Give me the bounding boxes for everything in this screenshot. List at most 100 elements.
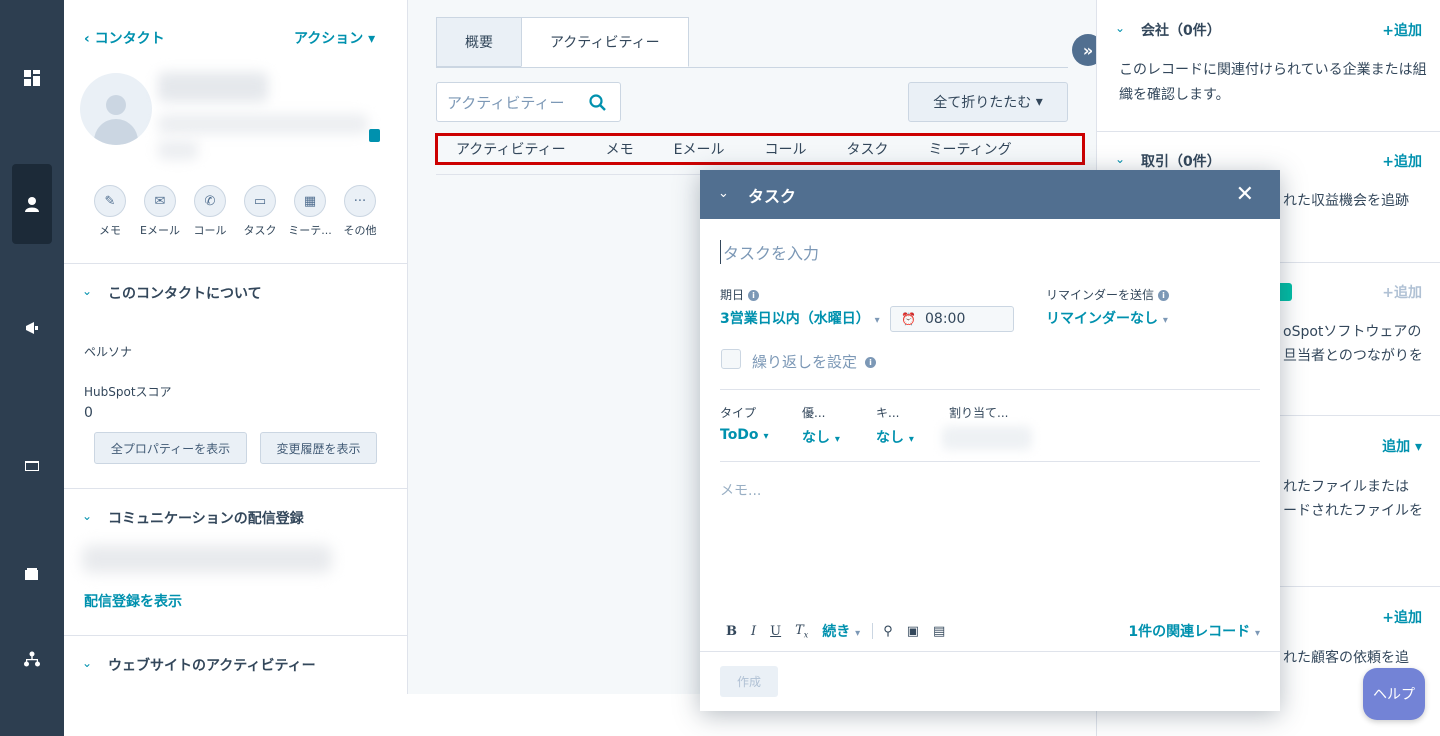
deals-section-title[interactable]: 取引（0件） [1141, 151, 1221, 171]
quick-action-email[interactable]: ✉ Eメール [135, 185, 185, 238]
type-dropdown[interactable]: ToDo ▾ [720, 427, 768, 443]
show-history-button[interactable]: 変更履歴を表示 [260, 432, 377, 464]
filter-activities[interactable]: アクティビティー [456, 139, 566, 159]
queue-dropdown[interactable]: なし ▾ [876, 427, 914, 447]
divider [64, 635, 407, 636]
chevron-down-icon[interactable]: ⌄ [82, 509, 92, 523]
type-value: ToDo [720, 427, 759, 443]
divider [1097, 131, 1440, 132]
minimize-icon[interactable]: ⌄ [718, 186, 729, 201]
info-icon: i [748, 290, 760, 301]
filter-emails[interactable]: Eメール [674, 139, 725, 159]
tab-activities[interactable]: アクティビティー [521, 17, 689, 67]
filter-meetings[interactable]: ミーティング [928, 139, 1011, 159]
assignee-dropdown[interactable] [942, 426, 1032, 450]
about-section-title[interactable]: このコンタクトについて [108, 283, 262, 303]
actions-dropdown[interactable]: アクション ▾ [294, 28, 375, 48]
reminder-label-text: リマインダーを送信 [1046, 288, 1155, 302]
reminder-dropdown[interactable]: リマインダーなし ▾ [1046, 308, 1168, 328]
close-icon[interactable]: ✕ [1236, 182, 1254, 207]
reminder-label: リマインダーを送信 i [1046, 286, 1170, 303]
help-button[interactable]: ヘルプ [1363, 668, 1425, 720]
italic-icon[interactable]: I [751, 624, 756, 639]
filter-calls[interactable]: コール [764, 139, 806, 159]
image-icon[interactable]: ▣ [907, 624, 919, 639]
due-time-input[interactable]: ⏰ 08:00 [890, 306, 1014, 332]
quick-action-task[interactable]: ▭ タスク [235, 185, 285, 238]
chevron-down-icon[interactable]: ⌄ [82, 284, 92, 298]
section-description: 旦当者とのつながりを [1283, 348, 1423, 364]
add-company-button[interactable]: +追加 [1382, 20, 1422, 40]
note-icon: ✎ [94, 185, 126, 217]
marketing-icon[interactable] [12, 308, 52, 348]
quick-action-more[interactable]: ··· その他 [335, 185, 385, 238]
add-button-disabled[interactable]: +追加 [1382, 282, 1422, 302]
tab-overview[interactable]: 概要 [436, 17, 521, 67]
search-icon[interactable] [589, 94, 606, 111]
info-icon: i [865, 357, 877, 368]
divider [720, 461, 1260, 462]
divider [64, 488, 407, 489]
type-label: タイプ [720, 406, 757, 420]
collapse-all-button[interactable]: 全て折りたたむ ▾ [908, 82, 1068, 122]
contact-name-blurred [158, 72, 268, 102]
quick-action-meeting[interactable]: ▦ ミーテ... [285, 185, 335, 238]
activity-filter-tabs: アクティビティー メモ Eメール コール タスク ミーティング [435, 133, 1085, 165]
back-to-contacts-link[interactable]: ‹ コンタクト [84, 28, 165, 48]
related-records-dropdown[interactable]: 1件の関連レコード ▾ [1128, 621, 1260, 641]
task-icon: ▭ [244, 185, 276, 217]
quick-action-label: メモ [99, 224, 121, 237]
due-label-text: 期日 [720, 288, 745, 302]
filter-tasks[interactable]: タスク [846, 139, 888, 159]
phone-icon: ✆ [194, 185, 226, 217]
companies-section-title[interactable]: 会社（0件） [1141, 20, 1221, 40]
due-date-dropdown[interactable]: 3営業日以内（水曜日） ▾ [720, 308, 880, 328]
communications-section-title[interactable]: コミュニケーションの配信登録 [108, 508, 304, 528]
add-attachment-button[interactable]: 追加 ▾ [1382, 436, 1422, 456]
dashboard-icon[interactable] [12, 58, 52, 98]
clear-format-icon[interactable]: Tx [795, 623, 808, 640]
task-title-input[interactable]: タスクを入力 [720, 240, 819, 264]
search-placeholder: アクティビティー [447, 93, 565, 112]
attachments-description: ードされたファイルを [1283, 503, 1423, 519]
repeat-checkbox[interactable] [721, 349, 741, 369]
task-dialog: ⌄ タスク ✕ タスクを入力 期日 i 3営業日以内（水曜日） ▾ ⏰ 08:00… [700, 170, 1280, 711]
priority-dropdown[interactable]: なし ▾ [802, 427, 840, 447]
quick-action-note[interactable]: ✎ メモ [85, 185, 135, 238]
copy-icon[interactable] [369, 129, 380, 142]
task-notes-input[interactable]: メモ... [720, 480, 761, 500]
chevron-down-icon[interactable]: ⌄ [82, 656, 92, 670]
chevron-down-icon[interactable]: ⌄ [1115, 152, 1125, 166]
show-all-properties-button[interactable]: 全プロパティーを表示 [94, 432, 247, 464]
inbox-icon[interactable] [12, 446, 52, 486]
rich-text-toolbar: B I U Tx 続き ▾ ⚲ ▣ ▤ [726, 621, 959, 641]
show-subscriptions-link[interactable]: 配信登録を表示 [84, 591, 182, 611]
web-activity-section-title[interactable]: ウェブサイトのアクティビティー [108, 655, 316, 675]
due-time-value: 08:00 [925, 311, 966, 327]
link-icon[interactable]: ⚲ [883, 624, 893, 639]
contacts-icon[interactable] [12, 164, 52, 244]
score-value: 0 [84, 405, 93, 421]
quick-action-label: ミーテ... [288, 224, 332, 237]
bold-icon[interactable]: B [726, 624, 737, 639]
contact-email-blurred [158, 114, 368, 134]
add-ticket-button[interactable]: +追加 [1382, 607, 1422, 627]
score-label: HubSpotスコア [84, 385, 172, 399]
more-formatting-dropdown[interactable]: 続き ▾ [822, 621, 860, 641]
wallet-icon[interactable] [12, 554, 52, 594]
more-formatting-label: 続き [822, 624, 851, 640]
snippet-icon[interactable]: ▤ [933, 624, 945, 639]
chevron-down-icon[interactable]: ⌄ [1115, 21, 1125, 35]
activity-search-input[interactable]: アクティビティー [436, 82, 621, 122]
org-icon[interactable] [12, 639, 52, 679]
contact-meta-blurred [158, 140, 198, 160]
add-deal-button[interactable]: +追加 [1382, 151, 1422, 171]
repeat-label-text: 繰り返しを設定 [752, 353, 858, 371]
create-task-button[interactable]: 作成 [720, 666, 778, 697]
back-label: コンタクト [94, 31, 165, 47]
email-icon: ✉ [144, 185, 176, 217]
underline-icon[interactable]: U [770, 624, 781, 639]
quick-action-call[interactable]: ✆ コール [185, 185, 235, 238]
add-label: 追加 [1382, 439, 1411, 455]
filter-notes[interactable]: メモ [606, 139, 634, 159]
